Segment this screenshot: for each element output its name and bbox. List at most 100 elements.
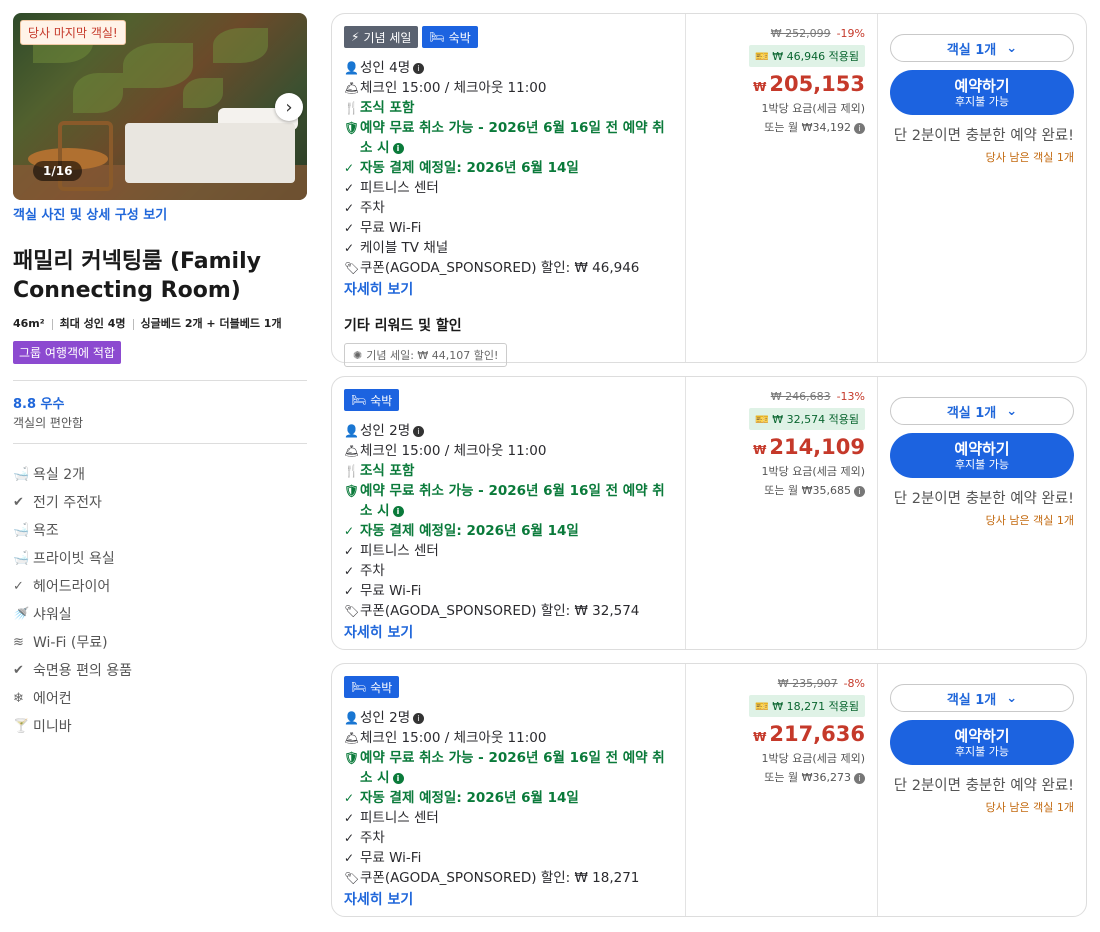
group-badge: 그룹 여행객에 적합 [13,341,121,364]
room-count-select[interactable]: 객실 1개 ⌄ [890,34,1074,62]
offer-line: ✓ 무료 Wi-Fi [344,218,673,238]
more-details-link[interactable]: 자세히 보기 [344,622,673,642]
tag-label: 기념 세일 [363,30,412,45]
offer-line: 🏷 쿠폰(AGODA_SPONSORED) 할인: ₩ 46,946 [344,258,673,278]
shield-check-icon: 🛡 [344,751,360,765]
room-count-select[interactable]: 객실 1개 ⌄ [890,684,1074,712]
anniversary-sale-chip[interactable]: ✺ 기념 세일: ₩ 44,107 할인! [344,343,508,367]
offer-line-text: 성인 4명 i [360,58,425,78]
urgency-text: 단 2분이면 충분한 예약 완료! [893,491,1074,507]
offer-line-text: 체크인 15:00 / 체크아웃 11:00 [360,80,547,96]
offer-line-text: 예약 무료 취소 가능 - 2026년 6월 16일 전 예약 취소 시i [360,750,665,786]
person-icon: 👤 [344,711,359,725]
rating-label: 객실의 편안함 [13,416,84,430]
offer-line: ✓ 자동 결제 예정일: 2026년 6월 14일 [344,521,673,541]
offer-line: 👤 성인 4명 i [344,58,673,78]
rate-details: ⚡ 기념 세일 🛏 숙박 👤 성인 4명 i 🛎 체크인 15:00 / 체크아웃 11:00… [332,14,686,367]
amenity-label: 샤워실 [33,607,72,623]
rate-actions: 객실 1개 ⌄ 예약하기 후지불 가능 단 2분이면 충분한 예약 완료! 당사 … [878,664,1086,916]
info-icon[interactable]: i [392,142,404,154]
room-photos-link[interactable]: 객실 사진 및 상세 구성 보기 [13,204,307,223]
checkin-icon: 🛎 [344,444,360,458]
info-icon[interactable]: i [413,712,425,724]
coupon-tag-icon: 🏷 [344,871,360,885]
divider [13,380,307,381]
offer-line: ✓ 주차 [344,828,673,848]
check-icon: ✓ [13,578,24,594]
offer-line-text: 주차 [360,200,385,216]
coupon-applied-badge: 🎫 ₩ 18,271 적용됨 [749,695,865,717]
amenity-label: 헤어드라이어 [33,579,111,595]
bathtub-icon: 🛁 [13,522,30,538]
offer-line: 🛎 체크인 15:00 / 체크아웃 11:00 [344,728,673,748]
lightning-icon: ⚡ [351,30,360,44]
price: ₩217,636 [753,722,865,746]
checkin-icon: 🛎 [344,731,360,745]
info-icon[interactable]: i [413,425,425,437]
book-button[interactable]: 예약하기 후지불 가능 [890,720,1074,765]
offer-line-text: 자동 결제 예정일: 2026년 6월 14일 [360,523,579,539]
offer-line: ✓ 케이블 TV 채널 [344,238,673,258]
rate-card: ⚡ 기념 세일 🛏 숙박 👤 성인 4명 i 🛎 체크인 15:00 / 체크아웃 11:00… [331,13,1087,367]
tag-label: 숙박 [370,680,393,695]
offer-line: ✓ 주차 [344,198,673,218]
check-circle-icon: ✔ [13,662,24,678]
stay-tag: 🛏 숙박 [422,26,478,48]
offer-line-text: 조식 포함 [360,463,415,479]
cutlery-icon: 🍴 [344,101,359,115]
offer-line: 🛡 예약 무료 취소 가능 - 2026년 6월 16일 전 예약 취소 시i [344,748,673,788]
rate-price: ₩ 252,099 -19% 🎫 ₩ 46,946 적용됨 ₩205,153 1박… [686,14,878,362]
rate-card: 🛏 숙박 👤 성인 2명 i 🛎 체크인 15:00 / 체크아웃 11:00 🛡 예약 무료… [331,663,1087,917]
checkin-icon: 🛎 [344,81,360,95]
more-details-link[interactable]: 자세히 보기 [344,279,673,299]
offer-line-text: 쿠폰(AGODA_SPONSORED) 할인: ₩ 46,946 [360,260,640,276]
info-icon[interactable]: i [392,505,404,517]
offer-line-text: 케이블 TV 채널 [360,240,449,256]
next-photo-icon[interactable]: › [275,93,303,121]
info-icon: i [854,485,865,497]
rate-price: ₩ 246,683 -13% 🎫 ₩ 32,574 적용됨 ₩214,109 1박… [686,377,878,649]
offer-line-text: 무료 Wi-Fi [360,220,422,236]
offer-line-text: 피트니스 센터 [360,543,439,559]
more-details-link[interactable]: 자세히 보기 [344,889,673,909]
last-room-tag: 당사 마지막 객실! [20,20,126,45]
room-photo[interactable]: 당사 마지막 객실! › 1/16 [13,13,307,200]
amenity-label: 전기 주전자 [33,495,102,511]
room-count-select[interactable]: 객실 1개 ⌄ [890,397,1074,425]
offer-line: 🍴 조식 포함 [344,98,673,118]
info-icon[interactable]: i [392,772,404,784]
monthly-price: 또는 월 ₩34,192 i [686,119,865,135]
urgency-text: 단 2분이면 충분한 예약 완료! [893,778,1074,794]
offer-line: ✓ 자동 결제 예정일: 2026년 6월 14일 [344,788,673,808]
amenity-label: 에어컨 [33,691,72,707]
offer-line: 🏷 쿠폰(AGODA_SPONSORED) 할인: ₩ 18,271 [344,868,673,888]
amenity-item: ✓ 헤어드라이어 [13,572,307,600]
info-icon: i [854,122,865,134]
price: ₩205,153 [753,72,865,96]
coupon-tag-icon: 🏷 [344,261,360,275]
amenity-item: 🚿 샤워실 [13,600,307,628]
per-night-label: 1박당 요금(세금 제외) [761,465,865,478]
book-button[interactable]: 예약하기 후지불 가능 [890,70,1074,115]
extra-rewards-title: 기타 리워드 및 할인 [344,318,462,334]
check-circle-icon: ✔ [13,494,24,510]
amenity-label: 미니바 [33,719,72,735]
rating-score: 8.8 우수 [13,397,65,412]
offer-line: 👤 성인 2명 i [344,708,673,728]
max-occupancy: 최대 성인 4명 [59,317,126,330]
check-icon: ✓ [344,564,355,578]
coupon-tag-icon: 🏷 [344,604,360,618]
shield-check-icon: 🛡 [344,121,360,135]
check-icon: ✓ [344,161,355,175]
wifi-icon: ≋ [13,634,24,650]
offer-line: 👤 성인 2명 i [344,421,673,441]
book-button[interactable]: 예약하기 후지불 가능 [890,433,1074,478]
stay-tag: 🛏 숙박 [344,676,400,698]
offer-line: 🛡 예약 무료 취소 가능 - 2026년 6월 16일 전 예약 취소 시i [344,118,673,158]
amenity-item: ✔ 전기 주전자 [13,488,307,516]
amenity-label: 숙면용 편의 용품 [33,663,133,679]
info-icon[interactable]: i [413,62,425,74]
rate-actions: 객실 1개 ⌄ 예약하기 후지불 가능 단 2분이면 충분한 예약 완료! 당사 … [878,14,1086,362]
shower-icon: 🚿 [13,606,30,622]
check-icon: ✓ [344,811,355,825]
